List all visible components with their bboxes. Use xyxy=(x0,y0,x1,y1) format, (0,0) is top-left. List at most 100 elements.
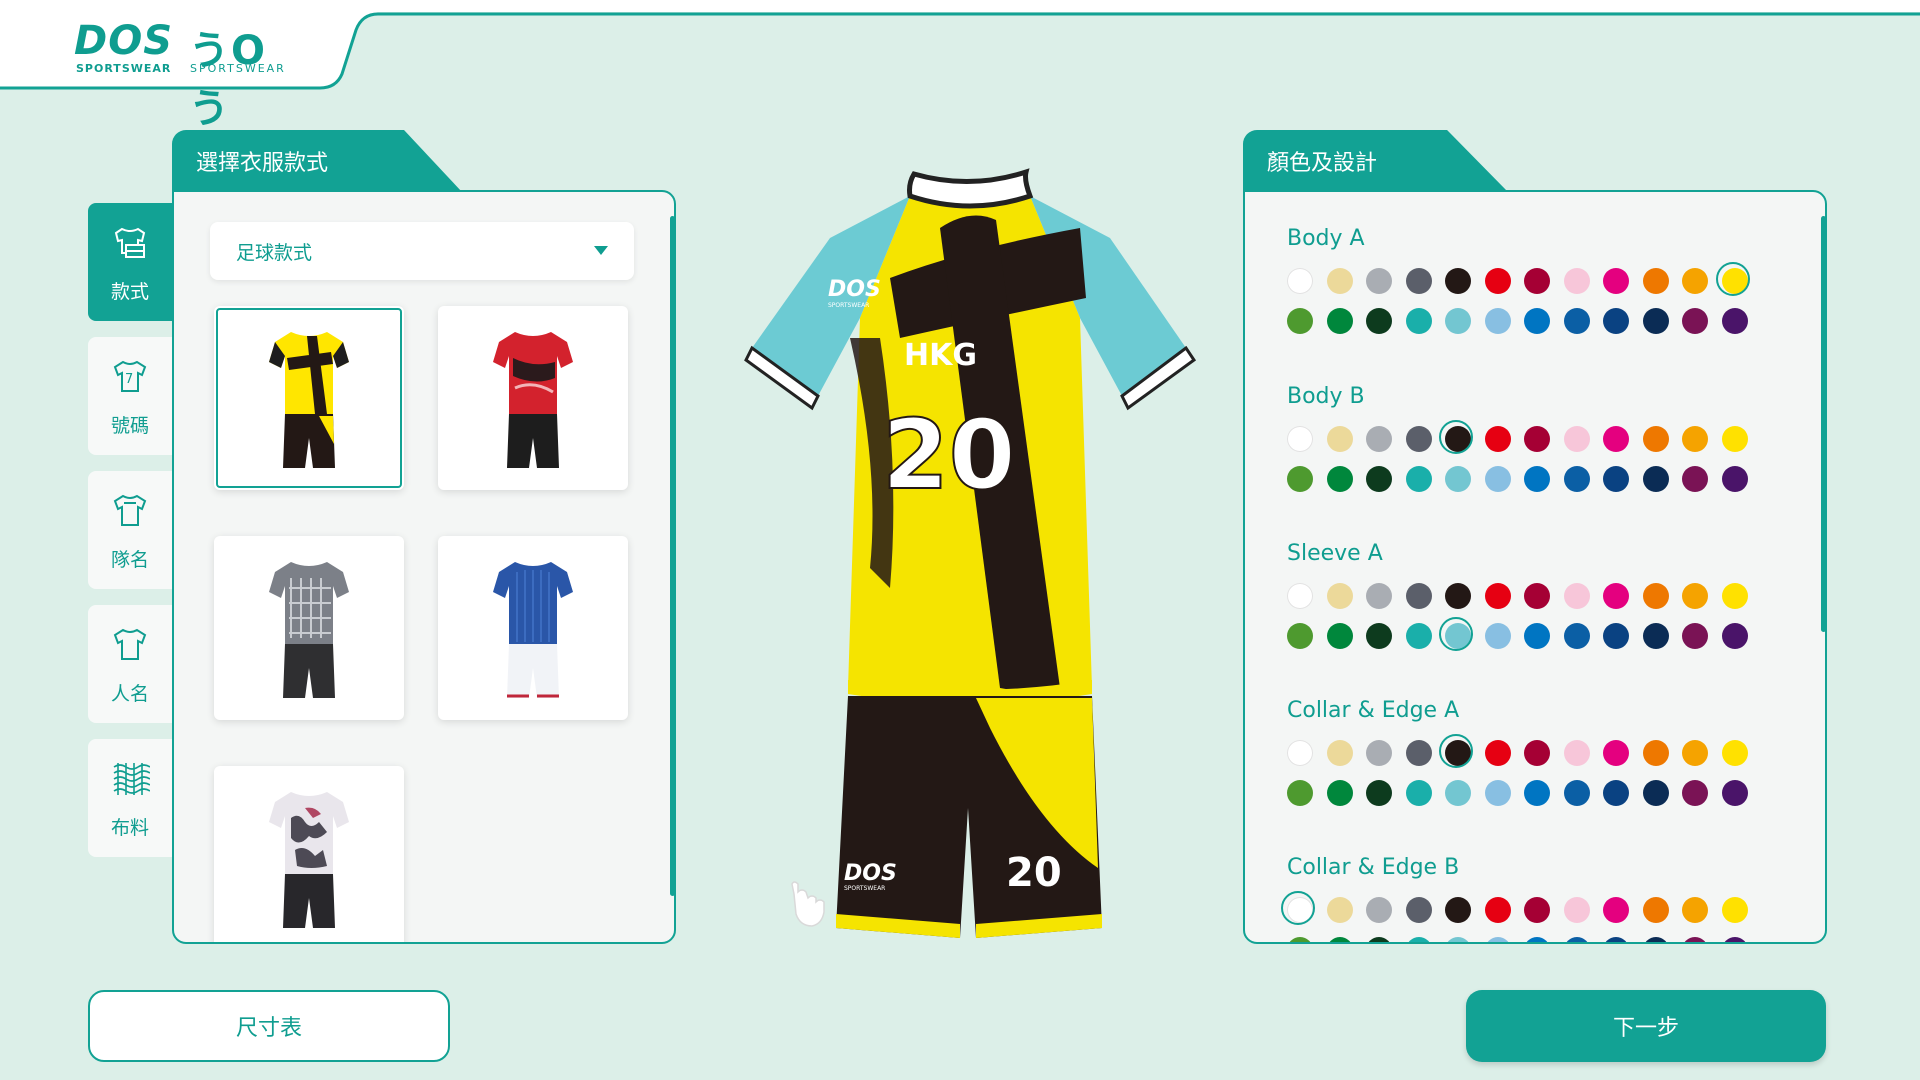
color-swatch[interactable] xyxy=(1366,583,1392,609)
next-step-button[interactable]: 下一步 xyxy=(1466,990,1826,1062)
color-swatch[interactable] xyxy=(1326,426,1353,452)
color-swatch[interactable] xyxy=(1524,268,1550,294)
color-swatch[interactable] xyxy=(1405,426,1432,452)
style-panel-scrollbar[interactable] xyxy=(670,216,674,896)
color-swatch[interactable] xyxy=(1603,937,1629,942)
color-swatch[interactable] xyxy=(1642,740,1669,766)
color-swatch[interactable] xyxy=(1721,308,1748,334)
color-swatch[interactable] xyxy=(1721,937,1748,942)
color-swatch[interactable] xyxy=(1642,268,1669,294)
color-swatch[interactable] xyxy=(1603,426,1629,452)
color-swatch[interactable] xyxy=(1524,780,1550,806)
color-swatch[interactable] xyxy=(1524,897,1550,923)
color-swatch[interactable] xyxy=(1326,937,1353,942)
color-swatch[interactable] xyxy=(1682,583,1708,609)
color-swatch[interactable] xyxy=(1366,466,1392,492)
color-swatch[interactable] xyxy=(1603,268,1629,294)
color-swatch[interactable] xyxy=(1563,740,1590,766)
color-swatch[interactable] xyxy=(1484,937,1511,942)
color-swatch[interactable] xyxy=(1603,780,1629,806)
color-swatch[interactable] xyxy=(1524,308,1550,334)
color-swatch[interactable] xyxy=(1642,426,1669,452)
color-swatch[interactable] xyxy=(1405,740,1432,766)
color-swatch[interactable] xyxy=(1563,308,1590,334)
color-swatch[interactable] xyxy=(1326,583,1353,609)
size-chart-button[interactable]: 尺寸表 xyxy=(88,990,450,1062)
color-swatch[interactable] xyxy=(1563,937,1590,942)
color-swatch[interactable] xyxy=(1484,623,1511,649)
color-swatch[interactable] xyxy=(1445,466,1471,492)
color-swatch[interactable] xyxy=(1563,426,1590,452)
sidebar-item-fabric[interactable]: 布料 xyxy=(88,739,172,857)
color-swatch[interactable] xyxy=(1445,583,1471,609)
color-swatch[interactable] xyxy=(1524,937,1550,942)
color-swatch[interactable] xyxy=(1405,583,1432,609)
color-swatch[interactable] xyxy=(1563,583,1590,609)
color-swatch[interactable] xyxy=(1405,268,1432,294)
color-swatch[interactable] xyxy=(1721,780,1748,806)
color-swatch[interactable] xyxy=(1603,623,1629,649)
color-swatch[interactable] xyxy=(1484,466,1511,492)
color-swatch[interactable] xyxy=(1642,937,1669,942)
color-swatch[interactable] xyxy=(1721,740,1748,766)
color-swatch[interactable] xyxy=(1445,937,1471,942)
color-swatch[interactable] xyxy=(1287,623,1313,649)
sidebar-item-team-name[interactable]: 隊名 xyxy=(88,471,172,589)
color-swatch[interactable] xyxy=(1405,466,1432,492)
color-swatch[interactable] xyxy=(1603,583,1629,609)
style-card-red-black[interactable] xyxy=(438,306,628,490)
style-category-select[interactable]: 足球款式 xyxy=(210,222,634,280)
color-swatch[interactable] xyxy=(1366,308,1392,334)
color-swatch[interactable] xyxy=(1287,308,1313,334)
color-swatch[interactable] xyxy=(1603,308,1629,334)
sidebar-item-number[interactable]: 7 號碼 xyxy=(88,337,172,455)
color-swatch[interactable] xyxy=(1642,897,1669,923)
color-swatch[interactable] xyxy=(1366,426,1392,452)
color-swatch[interactable] xyxy=(1484,268,1511,294)
color-swatch[interactable] xyxy=(1484,583,1511,609)
color-swatch[interactable] xyxy=(1524,583,1550,609)
color-swatch[interactable] xyxy=(1524,740,1550,766)
color-swatch[interactable] xyxy=(1682,937,1708,942)
color-swatch[interactable] xyxy=(1287,780,1313,806)
color-swatch[interactable] xyxy=(1682,623,1708,649)
color-swatch[interactable] xyxy=(1484,308,1511,334)
color-swatch[interactable] xyxy=(1682,466,1708,492)
color-swatch[interactable] xyxy=(1445,780,1471,806)
color-swatch[interactable] xyxy=(1405,897,1432,923)
color-swatch[interactable] xyxy=(1287,583,1313,609)
color-swatch[interactable] xyxy=(1682,426,1708,452)
color-swatch[interactable] xyxy=(1682,268,1708,294)
color-swatch[interactable] xyxy=(1484,426,1511,452)
color-swatch[interactable] xyxy=(1563,268,1590,294)
color-swatch[interactable] xyxy=(1721,426,1748,452)
color-swatch[interactable] xyxy=(1603,897,1629,923)
style-card-white-camo[interactable] xyxy=(214,766,404,942)
color-swatch[interactable] xyxy=(1405,308,1432,334)
color-swatch[interactable] xyxy=(1366,268,1392,294)
color-swatch[interactable] xyxy=(1484,897,1511,923)
color-swatch[interactable] xyxy=(1682,780,1708,806)
color-swatch[interactable] xyxy=(1405,780,1432,806)
color-swatch[interactable] xyxy=(1326,780,1353,806)
color-swatch[interactable] xyxy=(1366,937,1392,942)
color-swatch[interactable] xyxy=(1642,780,1669,806)
color-swatch[interactable] xyxy=(1366,897,1392,923)
color-swatch[interactable] xyxy=(1642,583,1669,609)
style-card-blue-white[interactable] xyxy=(438,536,628,720)
color-swatch[interactable] xyxy=(1281,891,1315,925)
color-swatch[interactable] xyxy=(1326,466,1353,492)
color-swatch[interactable] xyxy=(1721,466,1748,492)
color-swatch[interactable] xyxy=(1484,780,1511,806)
color-swatch[interactable] xyxy=(1563,623,1590,649)
color-swatch[interactable] xyxy=(1715,262,1750,296)
sidebar-item-style[interactable]: 款式 xyxy=(88,203,172,321)
color-swatch[interactable] xyxy=(1326,268,1353,294)
color-swatch[interactable] xyxy=(1524,623,1550,649)
color-swatch[interactable] xyxy=(1721,583,1748,609)
color-swatch[interactable] xyxy=(1563,780,1590,806)
color-swatch[interactable] xyxy=(1287,937,1313,942)
color-swatch[interactable] xyxy=(1563,466,1590,492)
color-swatch[interactable] xyxy=(1445,268,1471,294)
color-swatch[interactable] xyxy=(1326,740,1353,766)
